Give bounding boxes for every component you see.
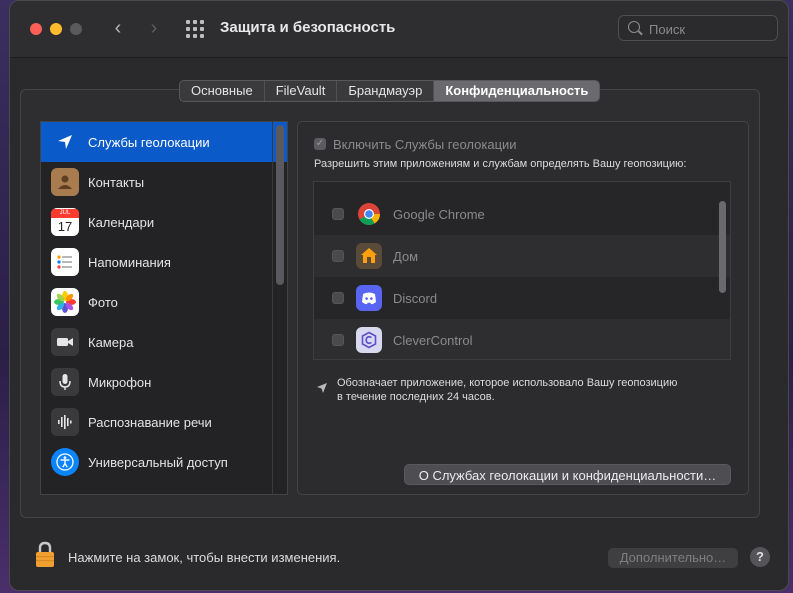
app-name: Google Chrome [393,206,485,222]
speech-recognition-icon [51,408,79,436]
sidebar-item-camera[interactable]: Камера [41,322,287,362]
location-note: Обозначает приложение, которое использов… [337,376,677,404]
sidebar-item-label: Камера [88,334,134,350]
show-all-grid-icon[interactable] [186,20,204,38]
forward-button[interactable]: › [142,17,166,41]
search-input[interactable] [647,19,771,39]
sidebar-item-calendars[interactable]: JUL 17 Календари [41,202,287,242]
sidebar-item-contacts[interactable]: Контакты [41,162,287,202]
contacts-icon [51,168,79,196]
app-checkbox[interactable] [332,250,344,262]
lock-label: Нажмите на замок, чтобы внести изменения… [68,550,341,565]
window-title: Защита и безопасность [220,19,396,36]
sidebar-item-microphone[interactable]: Микрофон [41,362,287,402]
list-item-discord: Discord [314,277,730,319]
enable-location-checkbox[interactable]: ✓ [314,138,326,150]
home-app-icon [356,243,382,269]
location-note-line2: в течение последних 24 часов. [337,391,495,403]
app-name: Дом [393,248,419,264]
sidebar-scrollbar[interactable] [276,125,284,285]
about-location-privacy-button[interactable]: О Службах геолокации и конфиденциальност… [404,464,731,485]
sidebar-item-photos[interactable]: Фото [41,282,287,322]
sidebar-item-location-services[interactable]: Службы геолокации [41,122,287,162]
help-button[interactable]: ? [750,547,770,567]
zoom-button[interactable] [70,23,82,35]
camera-icon [51,328,79,356]
app-checkbox[interactable] [332,334,344,346]
privacy-sidebar-list: Службы геолокации Контакты JUL 17 Календ… [40,121,288,495]
list-item-home: Дом [314,235,730,277]
app-name: Discord [393,290,438,306]
minimize-button[interactable] [50,23,62,35]
back-button[interactable]: ‹ [106,17,130,41]
location-arrow-icon [51,128,79,156]
lock-icon[interactable] [35,540,55,568]
sidebar-item-label: Фото [88,294,118,310]
tab-privacy[interactable]: Конфиденциальность [434,81,600,101]
title-bar: ‹ › Защита и безопасность [10,1,788,58]
sidebar-item-partial [41,482,287,494]
list-item-google-chrome: Google Chrome [314,193,730,235]
list-item [314,182,730,193]
app-list: Google Chrome Дом Discord CleverControl [313,181,731,360]
location-note-line1: Обозначает приложение, которое использов… [337,377,678,389]
chrome-icon [356,201,382,227]
sidebar-item-reminders[interactable]: Напоминания [41,242,287,282]
sidebar-item-speech-recognition[interactable]: Распознавание речи [41,402,287,442]
sidebar-item-label: Контакты [88,174,145,190]
discord-icon [356,285,382,311]
enable-location-label: Включить Службы геолокации [333,137,517,152]
calendar-icon: JUL 17 [51,208,79,236]
app-checkbox[interactable] [332,208,344,220]
clevercontrol-icon [356,327,382,353]
sidebar-item-label: Универсальный доступ [88,454,228,470]
location-description: Разрешить этим приложениям и службам опр… [314,158,687,170]
app-name: CleverControl [393,332,473,348]
sidebar-scroll-track [272,121,273,495]
search-field[interactable] [618,15,778,41]
tab-filevault[interactable]: FileVault [265,81,338,101]
sidebar-item-label: Микрофон [88,374,152,390]
sidebar-item-label: Календари [88,214,155,230]
reminders-icon [51,248,79,276]
sidebar-item-accessibility[interactable]: Универсальный доступ [41,442,287,482]
tab-general[interactable]: Основные [180,81,265,101]
app-list-scrollbar[interactable] [719,201,726,293]
tab-bar: Основные FileVault Брандмауэр Конфиденци… [179,80,601,102]
sidebar-item-label: Распознавание речи [88,414,212,430]
photos-icon [51,288,79,316]
close-button[interactable] [30,23,42,35]
list-item-clevercontrol: CleverControl [314,319,730,359]
microphone-icon [51,368,79,396]
accessibility-icon [51,448,79,476]
location-arrow-small-icon [317,383,327,393]
sidebar-item-label: Напоминания [88,254,171,270]
search-icon [628,21,640,33]
tab-firewall[interactable]: Брандмауэр [337,81,435,101]
sidebar-item-label: Службы геолокации [88,134,210,150]
advanced-button[interactable]: Дополнительно… [608,548,738,568]
app-checkbox[interactable] [332,292,344,304]
